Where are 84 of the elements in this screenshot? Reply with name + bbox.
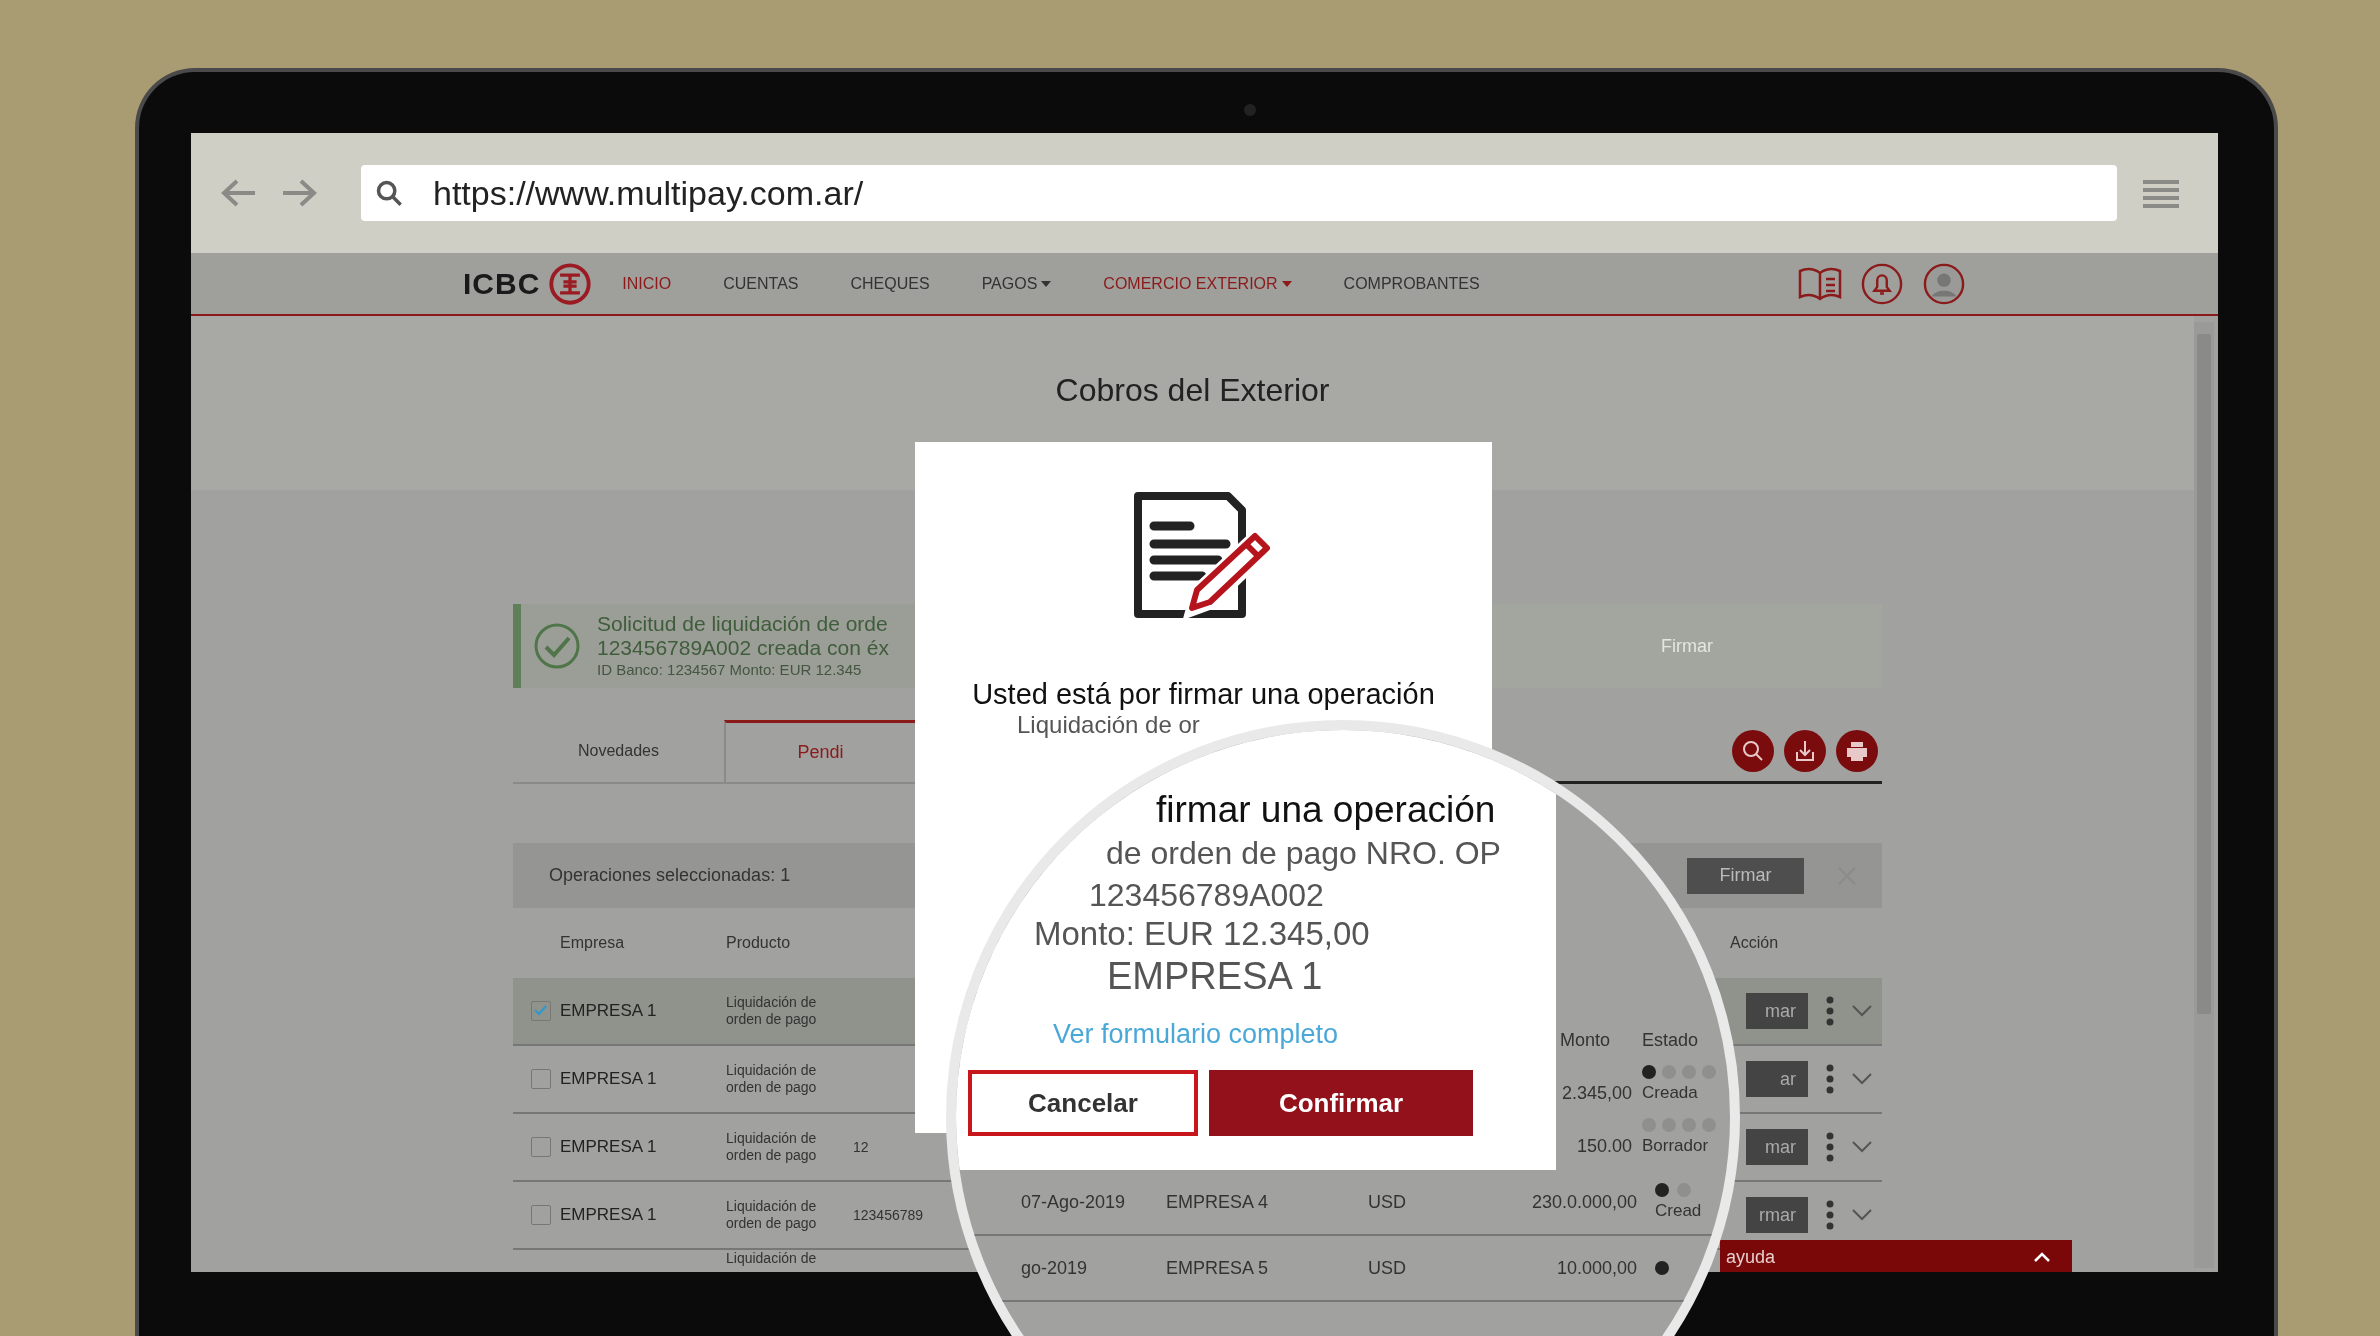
- column-header: Acción: [1730, 934, 1779, 952]
- row-checkbox[interactable]: [531, 1001, 551, 1021]
- bell-icon[interactable]: [1859, 262, 1904, 305]
- more-options-icon[interactable]: [1826, 1064, 1834, 1094]
- table-cell-text: EMPRESA 1: [560, 1205, 658, 1225]
- nav-link[interactable]: CHEQUES: [850, 274, 930, 293]
- selection-count: Operaciones seleccionadas: 1: [549, 865, 791, 886]
- chevron-up-icon: [2034, 1252, 2050, 1262]
- row-checkbox[interactable]: [531, 1137, 551, 1157]
- table-cell-text: 150.00: [1575, 1135, 1632, 1157]
- row-checkbox[interactable]: [531, 1069, 551, 1089]
- help-bar[interactable]: ayuda: [1720, 1240, 2072, 1272]
- menu-icon[interactable]: [2143, 178, 2179, 208]
- more-options-icon[interactable]: [1826, 1200, 1834, 1230]
- sign-button[interactable]: ar: [1746, 1061, 1808, 1097]
- status-label: Creada: [1642, 1083, 1699, 1103]
- table-cell-text: Liquidación de orden de pago: [726, 1062, 818, 1096]
- alert-detail: ID Banco: 1234567 Monto: EUR 12.345: [597, 660, 863, 680]
- table-cell-text: EMPRESA 1: [560, 1001, 658, 1021]
- nav-link[interactable]: INICIO: [622, 274, 672, 293]
- user-avatar-icon[interactable]: [1921, 262, 1966, 305]
- table-cell-text: EMPRESA 5: [1166, 1257, 1270, 1279]
- logo-emblem-icon: [548, 261, 593, 306]
- sign-button[interactable]: mar: [1746, 1129, 1808, 1165]
- table-cell: 12: [853, 1139, 869, 1155]
- sign-button[interactable]: rmar: [1746, 1197, 1808, 1233]
- dialog-title: Usted está por firmar una operación: [972, 678, 1435, 711]
- table-cell-text: Liquidación de orden de pago: [726, 994, 818, 1028]
- column-header: Estado: [1641, 1030, 1700, 1051]
- table-cell-text: 07-Ago-2019: [1021, 1191, 1127, 1213]
- chevron-down-icon[interactable]: [1852, 1141, 1872, 1153]
- table-cell-text: EMPRESA 4: [1166, 1191, 1270, 1213]
- chevron-down-icon[interactable]: [1852, 1005, 1872, 1017]
- more-options-icon[interactable]: [1826, 996, 1834, 1026]
- chevron-down-icon[interactable]: [1852, 1073, 1872, 1085]
- logo-text[interactable]: ICBC: [463, 266, 541, 301]
- tab[interactable]: Novedades: [513, 720, 724, 782]
- cancel-button[interactable]: Cancelar: [968, 1070, 1198, 1136]
- nav-link[interactable]: COMPROBANTES: [1343, 274, 1480, 293]
- chevron-down-icon[interactable]: [1852, 1209, 1872, 1221]
- table-cell-text: USD: [1368, 1191, 1407, 1213]
- table-cell: 123456789: [853, 1207, 924, 1223]
- page-title: Cobros del Exterior: [1055, 372, 1330, 410]
- table-cell-text: 2.345,00: [1560, 1082, 1632, 1104]
- order-number: 123456789A002: [1089, 878, 1324, 914]
- alert-title: Solicitud de liquidación de orde: [597, 612, 889, 636]
- search-icon[interactable]: [1732, 729, 1774, 772]
- more-options-icon[interactable]: [1826, 1132, 1834, 1162]
- status-label: Borrador: [1642, 1136, 1710, 1156]
- column-header: Empresa: [560, 934, 625, 952]
- sign-button[interactable]: Firmar: [1687, 857, 1804, 894]
- amount-text: Monto: EUR 12.345,00: [1034, 916, 1370, 953]
- document-pencil-icon: [1133, 492, 1274, 618]
- nav-link[interactable]: CUENTAS: [723, 274, 799, 293]
- search-icon: [375, 179, 403, 207]
- status-label: Cread: [1655, 1201, 1703, 1221]
- column-header: Monto: [1560, 1030, 1612, 1051]
- table-cell-text: Liquidación de: [726, 1250, 818, 1267]
- download-icon[interactable]: [1784, 729, 1826, 772]
- table-cell-text: Liquidación de orden de pago: [726, 1198, 818, 1232]
- table-cell-text: EMPRESA 1: [560, 1137, 658, 1157]
- nav-link[interactable]: COMERCIO EXTERIOR: [1103, 274, 1292, 293]
- column-header: Producto: [726, 934, 791, 952]
- alert-message: 123456789A002 creada con éx: [597, 636, 889, 660]
- dialog-title: firmar una operación: [1156, 790, 1496, 831]
- table-cell-text: EMPRESA 1: [560, 1069, 658, 1089]
- check-circle-icon: [533, 622, 581, 670]
- table-cell-text: USD: [1368, 1257, 1407, 1279]
- table-cell-text: 230.0.000,00: [1530, 1191, 1637, 1213]
- row-checkbox[interactable]: [531, 1205, 551, 1225]
- nav-link[interactable]: PAGOS: [981, 274, 1052, 293]
- print-icon[interactable]: [1836, 729, 1878, 772]
- help-label: ayuda: [1726, 1246, 1776, 1268]
- full-form-link[interactable]: Ver formulario completo: [1053, 1020, 1339, 1050]
- dialog-subtitle: Liquidación de or: [1017, 711, 1200, 739]
- table-cell-text: 10.000,00: [1555, 1257, 1637, 1279]
- confirm-button[interactable]: Confirmar: [1209, 1070, 1473, 1136]
- company-name: EMPRESA 1: [1107, 956, 1323, 998]
- table-cell-text: Liquidación de orden de pago: [726, 1130, 818, 1164]
- address-bar[interactable]: https://www.multipay.com.ar/: [361, 165, 2117, 221]
- table-cell-text: go-2019: [1021, 1257, 1089, 1279]
- sign-button[interactable]: mar: [1746, 993, 1808, 1029]
- dialog-text: de orden de pago NRO. OP: [1106, 836, 1501, 872]
- scrollbar[interactable]: [2194, 322, 2214, 1268]
